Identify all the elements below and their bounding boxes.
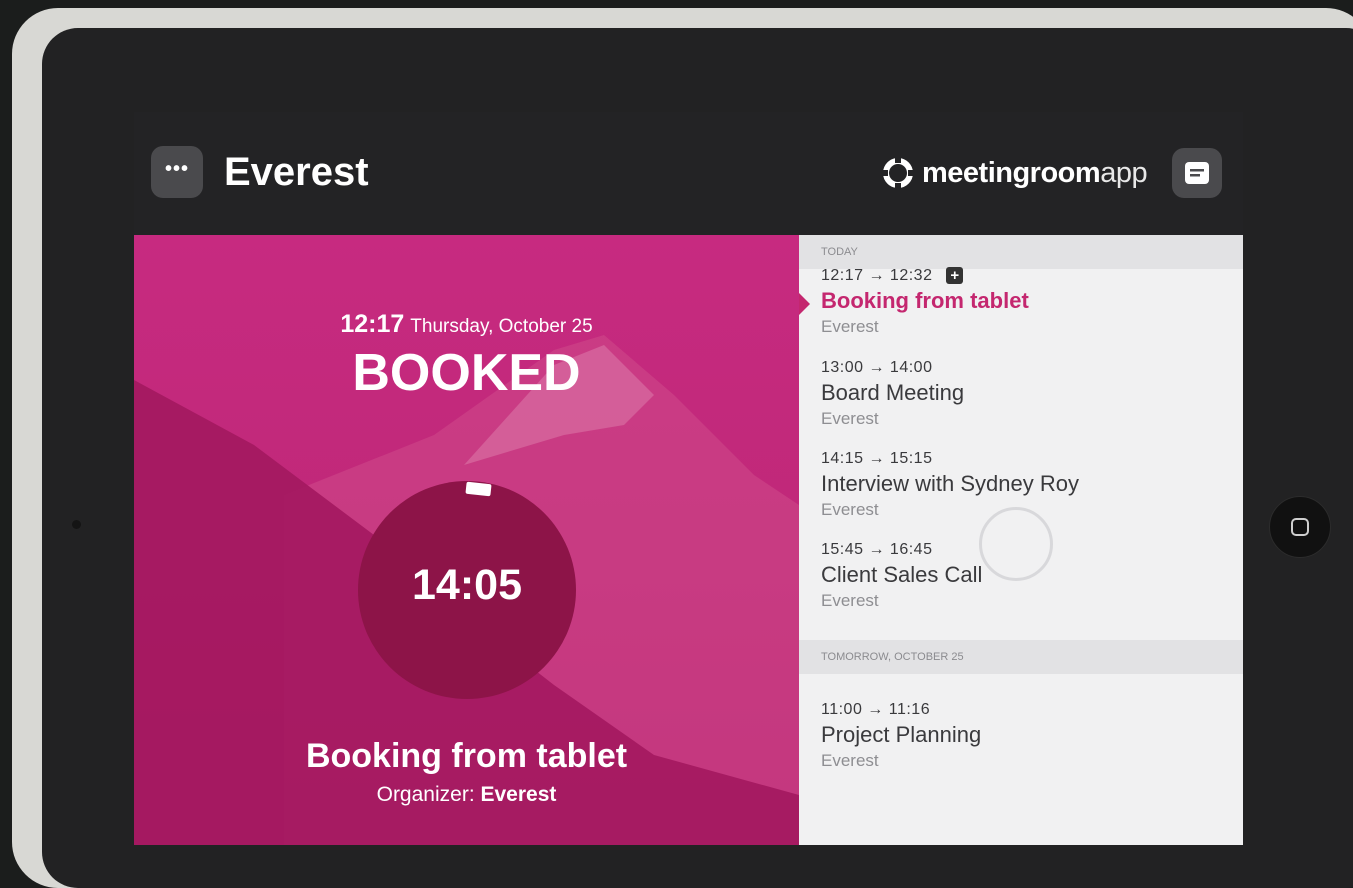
section-today: TODAY [799,235,1243,269]
event-item[interactable]: 11:00 → 11:16 Project Planning Everest [821,701,1221,771]
section-tomorrow: TOMORROW, OCTOBER 25 [799,640,1243,674]
touch-indicator [979,507,1053,581]
organizer: Organizer: Everest [134,783,799,807]
countdown-value: 14:05 [412,561,522,609]
timer-progress-marker [465,481,492,497]
clock-line: 12:17 Thursday, October 25 [134,310,799,339]
event-location: Everest [821,751,879,770]
brand-logo-icon [882,157,914,189]
home-button-icon [1291,518,1309,536]
organizer-name: Everest [480,783,557,806]
home-button[interactable] [1269,496,1331,558]
schedule-panel: TODAY 12:17 → 12:32 + Booking from tablet… [799,235,1243,845]
event-title: Project Planning [821,722,982,747]
calendar-button[interactable] [1172,148,1222,198]
event-location: Everest [821,317,879,336]
brand-logo: meetingroomapp [882,156,1148,190]
menu-button[interactable]: ••• [151,146,203,198]
room-title: Everest [224,150,369,194]
app-screen: ••• Everest meetingroomapp 12:17 Thursda… [134,112,1243,845]
event-time: 12:17 → 12:32 [821,267,933,284]
event-title: Interview with Sydney Roy [821,471,1079,496]
brand-suffix: app [1100,156,1148,189]
event-time: 13:00 → 14:00 [821,359,933,376]
current-date: Thursday, October 25 [410,316,593,337]
current-time: 12:17 [340,310,405,338]
status-panel: 12:17 Thursday, October 25 BOOKED 14:05 B… [134,235,799,845]
event-item[interactable]: 12:17 → 12:32 + Booking from tablet Evere… [821,267,1221,337]
event-time: 14:15 → 15:15 [821,450,933,467]
current-booking-title: Booking from tablet [305,737,628,775]
event-item[interactable]: 13:00 → 14:00 Board Meeting Everest [821,359,1221,429]
event-title: Booking from tablet [821,288,1029,313]
event-location: Everest [821,409,879,428]
organizer-label: Organizer: [376,783,475,806]
event-title: Board Meeting [821,380,965,405]
camera-dot [72,520,81,529]
more-icon: ••• [164,158,189,180]
brand-name: meetingroom [922,156,1101,189]
calendar-icon [1185,162,1209,184]
room-status: BOOKED [352,344,581,402]
event-time: 11:00 → 11:16 [821,701,931,718]
event-location: Everest [821,591,879,610]
add-icon[interactable]: + [946,267,964,285]
active-event-marker [799,293,810,315]
top-bar: ••• Everest meetingroomapp [134,112,1243,235]
